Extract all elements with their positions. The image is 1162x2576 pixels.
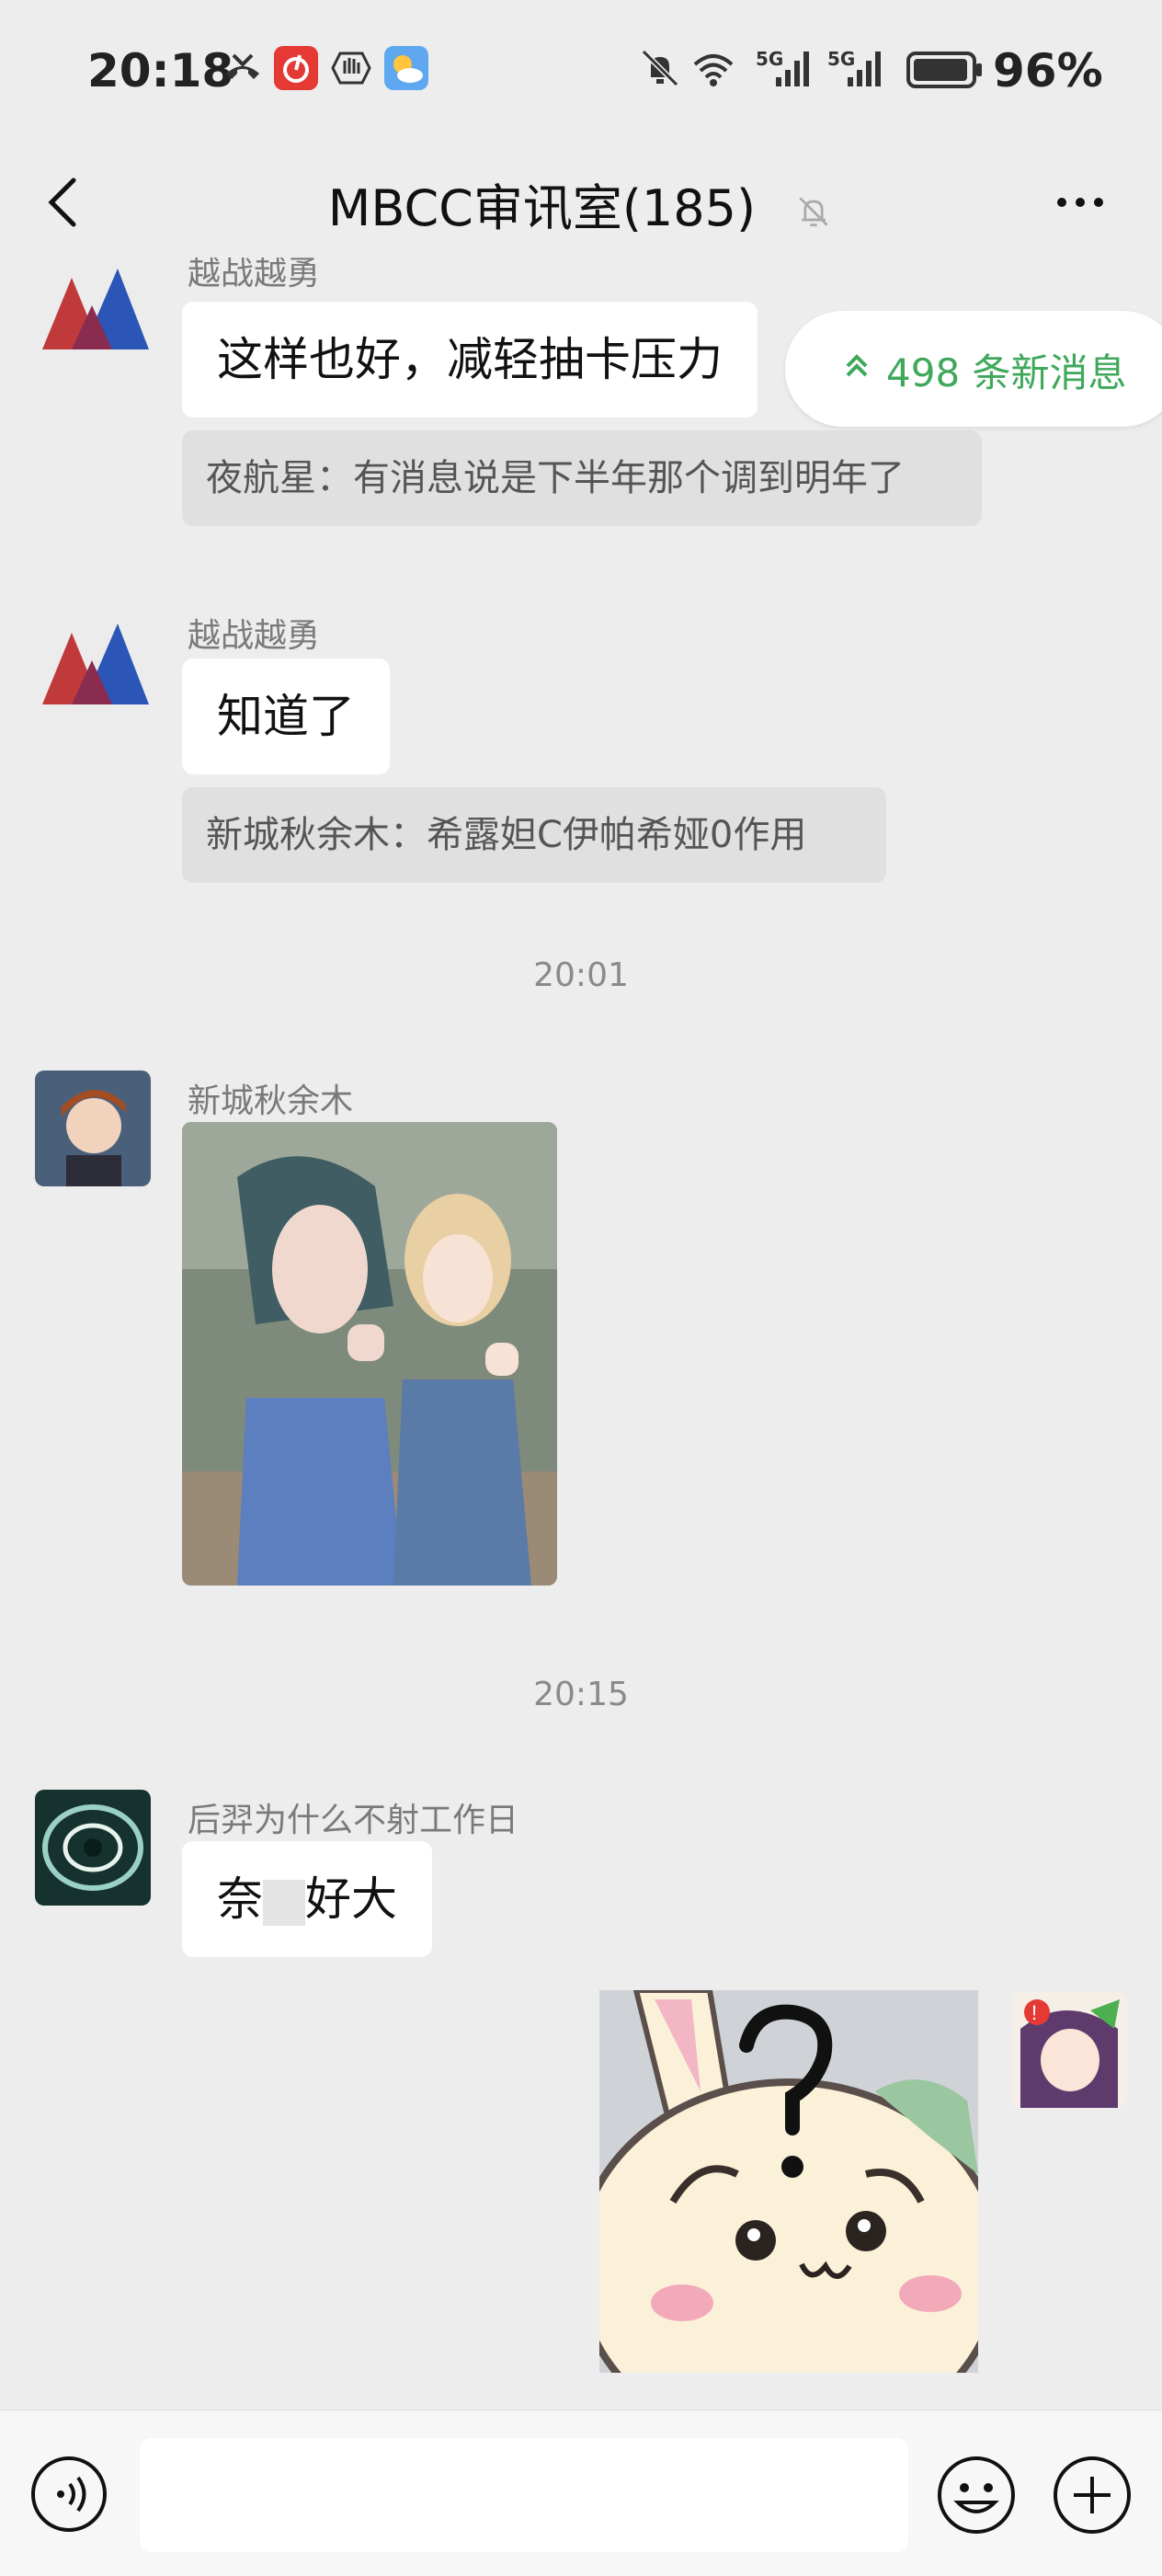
sender-name: 新城秋余木 xyxy=(188,1082,354,1120)
shared-image[interactable] xyxy=(182,1122,557,1586)
emoji-icon[interactable] xyxy=(936,2455,1017,2536)
status-time: 20:18 xyxy=(87,44,234,97)
confused-bunny-sticker xyxy=(599,1990,978,2373)
quoted-message[interactable]: 夜航星：有消息说是下半年那个调到明年了 xyxy=(182,430,982,526)
sender-name: 越战越勇 xyxy=(188,258,321,292)
timestamp: 20:15 xyxy=(533,1676,629,1713)
chat-title-row: MBCC审讯室(185) xyxy=(0,167,1162,240)
battery-icon xyxy=(906,52,982,88)
voice-input-icon[interactable] xyxy=(29,2455,108,2534)
avatar[interactable] xyxy=(35,605,151,721)
more-actions-plus-icon[interactable] xyxy=(1052,2455,1133,2536)
avatar[interactable] xyxy=(35,1070,151,1186)
message-bubble[interactable]: 这样也好，减轻抽卡压力 xyxy=(182,302,758,418)
battery-percent: 96% xyxy=(993,44,1103,97)
double-chevron-up-icon xyxy=(846,354,868,377)
mute-bell-icon xyxy=(641,49,679,87)
status-bar: 20:18 5G 5G 96% xyxy=(0,0,1162,147)
sender-name: 后羿为什么不射工作日 xyxy=(188,1802,519,1839)
hand-icon xyxy=(331,52,371,85)
more-options-icon[interactable] xyxy=(1048,175,1112,230)
input-bar xyxy=(0,2410,1162,2576)
anime-girl-avatar-image: ! xyxy=(1011,1992,1127,2108)
netease-music-icon xyxy=(274,46,318,90)
avatar[interactable] xyxy=(35,1790,151,1906)
message-text-part: 奈 xyxy=(217,1872,263,1926)
pyramid-avatar-image xyxy=(35,605,151,721)
pyramid-avatar-image xyxy=(35,258,151,366)
wifi-icon xyxy=(693,54,734,86)
message-bubble[interactable]: 知道了 xyxy=(182,658,390,774)
whirlpool-avatar-image xyxy=(35,1790,151,1906)
signal-icon-1 xyxy=(776,52,809,86)
anime-boy-avatar-image xyxy=(35,1070,151,1186)
signal-icon-2 xyxy=(848,52,881,86)
avatar[interactable] xyxy=(35,258,151,366)
message-input[interactable] xyxy=(140,2438,908,2552)
svg-text:!: ! xyxy=(1031,2001,1037,2024)
quoted-message[interactable]: 新城秋余木：希露妲C伊帕希娅0作用 xyxy=(182,787,886,883)
new-messages-label: 498 条新消息 xyxy=(886,350,1127,395)
new-messages-button[interactable]: 498 条新消息 xyxy=(785,311,1162,427)
mosaic-censor xyxy=(263,1879,305,1926)
mute-notification-icon xyxy=(799,197,828,227)
message-bubble[interactable]: 奈好大 xyxy=(182,1841,432,1957)
sender-name: 越战越勇 xyxy=(188,617,321,655)
two-girls-photo xyxy=(182,1122,557,1586)
sticker[interactable] xyxy=(599,1990,978,2373)
message-text-part: 好大 xyxy=(305,1872,397,1926)
missed-call-icon xyxy=(226,53,259,79)
chat-title[interactable]: MBCC审讯室(185) xyxy=(328,167,756,240)
chat-header: MBCC审讯室(185) xyxy=(0,147,1162,258)
weather-icon xyxy=(384,46,428,90)
timestamp: 20:01 xyxy=(533,956,629,994)
message-list[interactable]: 越战越勇 这样也好，减轻抽卡压力 夜航星：有消息说是下半年那个调到明年了 越战越… xyxy=(0,258,1162,2410)
my-avatar[interactable]: ! xyxy=(1011,1992,1127,2108)
